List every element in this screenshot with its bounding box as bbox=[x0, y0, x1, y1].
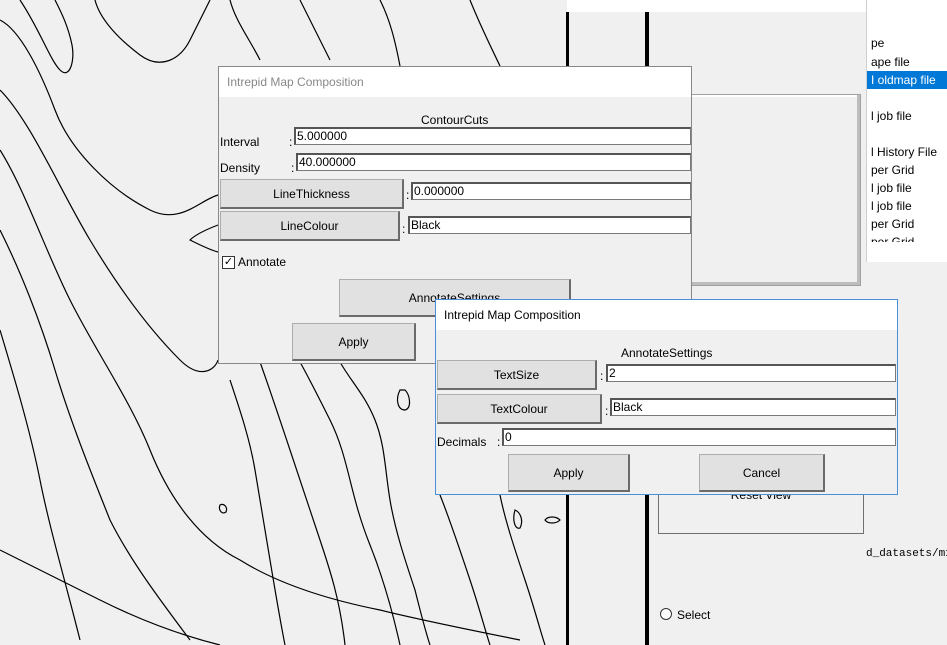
cancel-button[interactable]: Cancel bbox=[699, 454, 825, 492]
text-colour-input[interactable]: Black bbox=[610, 398, 896, 416]
text-colour-button[interactable]: TextColour bbox=[437, 394, 602, 424]
density-input[interactable]: 40.000000 bbox=[296, 153, 691, 171]
contour-line bbox=[259, 361, 346, 645]
colon: : bbox=[402, 222, 406, 236]
list-item[interactable]: l job file bbox=[867, 197, 947, 215]
select-radio[interactable]: Select bbox=[660, 608, 710, 622]
contour-line bbox=[229, 379, 286, 645]
list-item[interactable]: pe bbox=[867, 34, 947, 52]
view-frame bbox=[689, 94, 861, 286]
contour-line bbox=[188, 224, 219, 253]
interval-label: Interval bbox=[220, 135, 260, 149]
list-item[interactable]: per Grid bbox=[867, 215, 947, 233]
dialog-heading: ContourCuts bbox=[421, 113, 489, 127]
file-type-list[interactable]: pe ape file I oldmap file l job file l H… bbox=[866, 0, 947, 262]
apply-button[interactable]: Apply bbox=[292, 323, 416, 361]
select-label: Select bbox=[677, 608, 711, 622]
contour-line bbox=[0, 329, 81, 641]
contour-line bbox=[439, 494, 491, 645]
contour-line bbox=[218, 503, 228, 514]
apply-button[interactable]: Apply bbox=[508, 454, 630, 492]
contour-line bbox=[469, 0, 501, 67]
colon: : bbox=[600, 369, 604, 383]
line-colour-button[interactable]: LineColour bbox=[220, 211, 400, 241]
colon: : bbox=[289, 135, 293, 149]
colon: : bbox=[605, 404, 609, 418]
contour-line bbox=[513, 509, 523, 529]
contour-line bbox=[0, 19, 219, 216]
list-item-selected[interactable]: I oldmap file bbox=[867, 71, 947, 89]
decimals-input[interactable]: 0 bbox=[502, 428, 896, 446]
list-item[interactable]: l job file bbox=[867, 179, 947, 197]
density-label: Density bbox=[220, 161, 261, 175]
contour-line bbox=[229, 0, 261, 61]
contour-line bbox=[0, 549, 221, 645]
line-thickness-button[interactable]: LineThickness bbox=[220, 179, 404, 209]
colon: : bbox=[406, 188, 410, 202]
list-item[interactable]: per Grid bbox=[867, 161, 947, 179]
list-item[interactable]: l History File bbox=[867, 143, 947, 161]
contour-line bbox=[0, 89, 219, 373]
path-text: d_datasets/m1 bbox=[866, 548, 947, 560]
interval-input[interactable]: 5.000000 bbox=[294, 127, 691, 145]
dialog-title: Intrepid Map Composition bbox=[436, 300, 897, 330]
colon: : bbox=[291, 161, 295, 175]
contour-line bbox=[0, 229, 191, 641]
list-item[interactable]: per Grid bbox=[867, 233, 947, 242]
list-item[interactable]: ape file bbox=[867, 53, 947, 71]
contour-line bbox=[299, 361, 401, 645]
annotate-settings-dialog: Intrepid Map Composition AnnotateSetting… bbox=[435, 299, 898, 495]
contour-line bbox=[499, 494, 546, 645]
contour-line bbox=[19, 0, 74, 74]
contour-line bbox=[379, 0, 401, 67]
annotate-label: Annotate bbox=[238, 255, 287, 269]
contour-line bbox=[396, 389, 411, 411]
annotate-checkbox[interactable]: ✓ bbox=[222, 256, 235, 269]
contour-line bbox=[299, 0, 331, 61]
list-item[interactable]: l job file bbox=[867, 107, 947, 125]
radio-icon bbox=[660, 608, 672, 620]
dialog-heading: AnnotateSettings bbox=[621, 346, 713, 360]
line-thickness-input[interactable]: 0.000000 bbox=[411, 182, 691, 200]
contour-line bbox=[339, 361, 431, 645]
colon: : bbox=[497, 435, 501, 449]
contour-line bbox=[544, 516, 561, 524]
decimals-label: Decimals bbox=[437, 435, 487, 449]
contour-line bbox=[94, 0, 211, 63]
line-colour-input[interactable]: Black bbox=[408, 216, 691, 234]
text-size-input[interactable]: 2 bbox=[606, 364, 896, 382]
dialog-title: Intrepid Map Composition bbox=[219, 67, 691, 97]
text-size-button[interactable]: TextSize bbox=[437, 360, 597, 390]
